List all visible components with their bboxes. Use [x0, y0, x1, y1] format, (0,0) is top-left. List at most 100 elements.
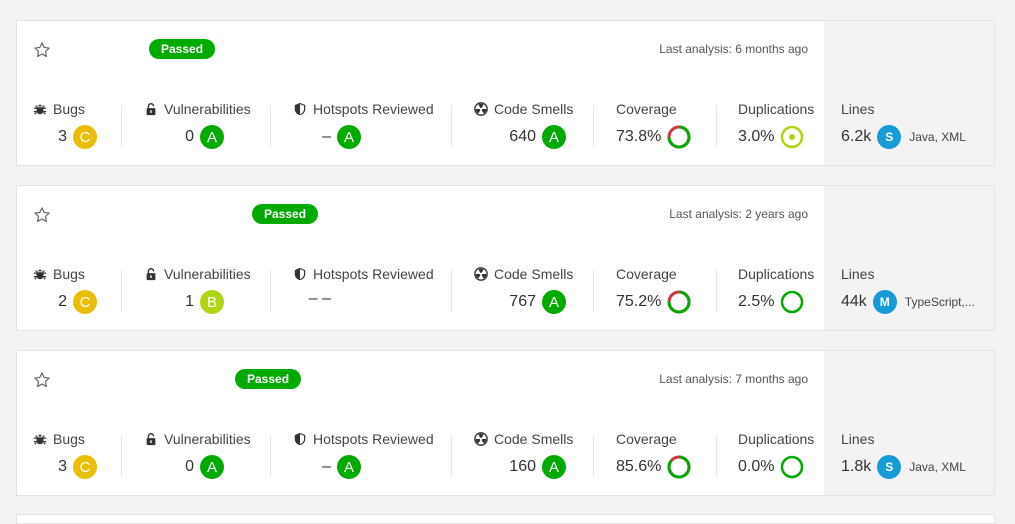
- vulns-label: Vulnerabilities: [164, 266, 251, 282]
- bugs-label: Bugs: [53, 431, 85, 447]
- metric-divider: [716, 435, 717, 477]
- vulns-value[interactable]: 1: [144, 293, 194, 311]
- hotspots-label: Hotspots Reviewed: [313, 431, 434, 447]
- lines-value[interactable]: 6.2k: [841, 128, 871, 146]
- bug-icon: [33, 101, 53, 117]
- dup-value[interactable]: 2.5%: [738, 293, 774, 311]
- bugs-label: Bugs: [53, 266, 85, 282]
- hotspots-label: Hotspots Reviewed: [313, 266, 434, 282]
- dup-label: Duplications: [738, 431, 815, 447]
- vulns-value[interactable]: 0: [144, 128, 194, 146]
- hotspots-rating[interactable]: A: [337, 125, 361, 149]
- bugs-rating[interactable]: C: [73, 125, 97, 149]
- coverage-value[interactable]: 85.6%: [616, 458, 661, 476]
- languages: Java, XML: [909, 130, 966, 144]
- metric-divider: [270, 435, 271, 477]
- bug-icon: [33, 431, 53, 447]
- coverage-chart[interactable]: [667, 455, 691, 479]
- dup-value[interactable]: 0.0%: [738, 458, 774, 476]
- bugs-value[interactable]: 2: [33, 293, 67, 311]
- lock-icon: [144, 101, 164, 117]
- radiation-icon: [474, 101, 494, 117]
- quality-gate-badge: Passed: [149, 39, 216, 59]
- project-card: [16, 514, 995, 524]
- dup-label: Duplications: [738, 101, 815, 117]
- smells-rating[interactable]: A: [542, 290, 566, 314]
- hotspots-value[interactable]: – –: [293, 290, 331, 308]
- shield-icon: [293, 101, 313, 117]
- metric-divider: [451, 435, 452, 477]
- last-analysis: Last analysis: 7 months ago: [659, 372, 808, 386]
- project-card: Passed Last analysis: 2 years ago Bugs 2 C…: [16, 185, 995, 331]
- star-icon[interactable]: [33, 41, 51, 59]
- lines-label: Lines: [841, 101, 875, 117]
- lock-icon: [144, 266, 164, 282]
- coverage-chart[interactable]: [667, 290, 691, 314]
- smells-label: Code Smells: [494, 431, 574, 447]
- vulns-rating[interactable]: B: [200, 290, 224, 314]
- coverage-value[interactable]: 75.2%: [616, 293, 661, 311]
- project-card: Passed Last analysis: 7 months ago Bugs 3…: [16, 350, 995, 496]
- project-card: Passed Last analysis: 6 months ago Bugs 3…: [16, 20, 995, 166]
- quality-gate-badge: Passed: [235, 369, 302, 389]
- metric-divider: [121, 105, 122, 147]
- coverage-label: Coverage: [616, 431, 677, 447]
- hotspots-label: Hotspots Reviewed: [313, 101, 434, 117]
- smells-label: Code Smells: [494, 101, 574, 117]
- languages: Java, XML: [909, 460, 966, 474]
- metric-divider: [716, 270, 717, 312]
- coverage-label: Coverage: [616, 101, 677, 117]
- vulns-label: Vulnerabilities: [164, 431, 251, 447]
- radiation-icon: [474, 431, 494, 447]
- metric-divider: [593, 105, 594, 147]
- lines-label: Lines: [841, 431, 875, 447]
- last-analysis: Last analysis: 6 months ago: [659, 42, 808, 56]
- metric-divider: [451, 270, 452, 312]
- dup-chart[interactable]: [780, 290, 804, 314]
- shield-icon: [293, 431, 313, 447]
- hotspots-rating[interactable]: A: [337, 455, 361, 479]
- hotspots-value[interactable]: –: [293, 458, 331, 476]
- smells-rating[interactable]: A: [542, 455, 566, 479]
- metric-divider: [451, 105, 452, 147]
- lines-value[interactable]: 44k: [841, 293, 867, 311]
- hotspots-value[interactable]: –: [293, 128, 331, 146]
- smells-value[interactable]: 160: [474, 458, 536, 476]
- vulns-value[interactable]: 0: [144, 458, 194, 476]
- metric-divider: [270, 105, 271, 147]
- vulns-rating[interactable]: A: [200, 455, 224, 479]
- lines-value[interactable]: 1.8k: [841, 458, 871, 476]
- size-badge: M: [872, 290, 897, 314]
- bug-icon: [33, 266, 53, 282]
- star-icon[interactable]: [33, 371, 51, 389]
- dup-label: Duplications: [738, 266, 815, 282]
- bugs-value[interactable]: 3: [33, 458, 67, 476]
- coverage-chart[interactable]: [667, 125, 691, 149]
- smells-value[interactable]: 767: [474, 293, 536, 311]
- lines-label: Lines: [841, 266, 875, 282]
- quality-gate-badge: Passed: [252, 204, 319, 224]
- smells-value[interactable]: 640: [474, 128, 536, 146]
- metric-divider: [121, 270, 122, 312]
- metric-divider: [716, 105, 717, 147]
- bugs-rating[interactable]: C: [73, 455, 97, 479]
- vulns-label: Vulnerabilities: [164, 101, 251, 117]
- dup-value[interactable]: 3.0%: [738, 128, 774, 146]
- bugs-label: Bugs: [53, 101, 85, 117]
- last-analysis: Last analysis: 2 years ago: [669, 207, 808, 221]
- bugs-rating[interactable]: C: [73, 290, 97, 314]
- metric-divider: [593, 270, 594, 312]
- vulns-rating[interactable]: A: [200, 125, 224, 149]
- dup-chart[interactable]: [780, 125, 804, 149]
- smells-rating[interactable]: A: [542, 125, 566, 149]
- lock-icon: [144, 431, 164, 447]
- star-icon[interactable]: [33, 206, 51, 224]
- smells-label: Code Smells: [494, 266, 574, 282]
- metric-divider: [121, 435, 122, 477]
- coverage-value[interactable]: 73.8%: [616, 128, 661, 146]
- radiation-icon: [474, 266, 494, 282]
- dup-chart[interactable]: [780, 455, 804, 479]
- coverage-label: Coverage: [616, 266, 677, 282]
- metric-divider: [593, 435, 594, 477]
- bugs-value[interactable]: 3: [33, 128, 67, 146]
